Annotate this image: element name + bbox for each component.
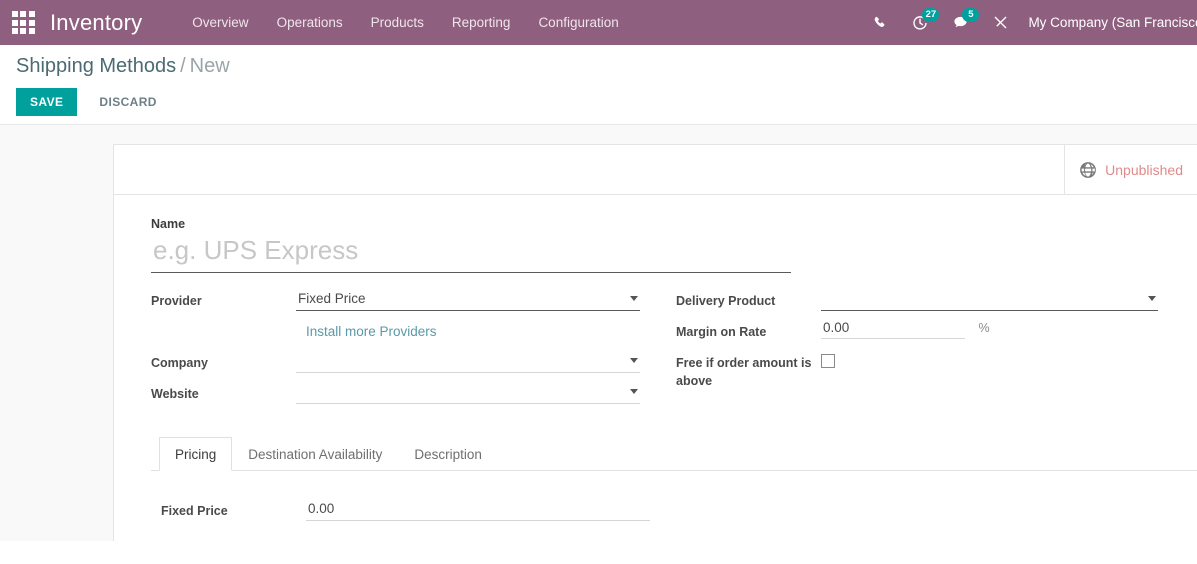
- message-count-badge: 5: [962, 8, 980, 22]
- install-providers-spacer: [151, 318, 296, 323]
- page-body: Unpublished Name Provider Fixed Price: [0, 125, 1197, 541]
- name-input[interactable]: [151, 233, 791, 273]
- name-field-group: Name: [151, 217, 1197, 273]
- provider-label: Provider: [151, 294, 202, 308]
- form-statusbar: Unpublished: [114, 145, 1197, 195]
- free-if-above-checkbox[interactable]: [821, 354, 835, 368]
- notebook-tabs: Pricing Destination Availability Descrip…: [151, 437, 1197, 471]
- phone-icon[interactable]: [860, 0, 900, 45]
- grid-cell: [11, 28, 18, 34]
- app-brand-inventory[interactable]: Inventory: [50, 10, 142, 36]
- install-more-providers-link[interactable]: Install more Providers: [296, 318, 437, 344]
- chevron-down-icon: [630, 358, 638, 363]
- menu-products[interactable]: Products: [357, 0, 438, 45]
- activity-count-badge: 27: [922, 8, 940, 22]
- provider-control: Fixed Price: [296, 287, 676, 311]
- grid-cell: [11, 11, 18, 17]
- discard-button[interactable]: DISCARD: [85, 88, 170, 116]
- menu-configuration[interactable]: Configuration: [524, 0, 632, 45]
- menu-overview[interactable]: Overview: [178, 0, 262, 45]
- delivery-product-select[interactable]: [821, 287, 1158, 311]
- company-label: Company: [151, 356, 208, 370]
- website-control: [296, 380, 676, 404]
- tab-pricing[interactable]: Pricing: [159, 437, 233, 471]
- grid-cell: [20, 11, 26, 17]
- chevron-down-icon: [1148, 296, 1156, 301]
- grid-cell: [11, 19, 18, 26]
- website-label: Website: [151, 387, 199, 401]
- form-column-right: Delivery Product Margin on Rate %: [676, 287, 1196, 411]
- globe-icon: [1079, 161, 1097, 179]
- tab-pane-pricing: Fixed Price 0.00: [151, 471, 1197, 523]
- save-button[interactable]: SAVE: [16, 88, 78, 116]
- free-if-above-control: [821, 349, 1196, 373]
- apps-grid-icon[interactable]: [8, 8, 38, 38]
- website-value: [296, 380, 640, 404]
- company-value: [296, 349, 640, 373]
- top-navbar: Inventory Overview Operations Products R…: [0, 0, 1197, 45]
- provider-select[interactable]: Fixed Price: [296, 287, 640, 311]
- field-provider: Provider Fixed Price: [151, 287, 676, 313]
- breadcrumb-separator: /: [180, 55, 186, 77]
- delivery-product-label: Delivery Product: [676, 294, 776, 308]
- free-if-above-label: Free if order amount is above: [676, 356, 812, 389]
- activity-clock-icon[interactable]: 27: [900, 0, 940, 45]
- name-label: Name: [151, 217, 186, 231]
- field-company: Company: [151, 349, 676, 375]
- field-fixed-price: Fixed Price 0.00: [161, 497, 1197, 523]
- breadcrumb-current: New: [189, 55, 230, 77]
- margin-on-rate-input[interactable]: [821, 318, 965, 339]
- margin-on-rate-suffix: %: [978, 321, 990, 335]
- form-view-card: Unpublished Name Provider Fixed Price: [113, 144, 1197, 541]
- install-providers-control: Install more Providers: [296, 318, 676, 344]
- field-free-if-above: Free if order amount is above: [676, 349, 1196, 390]
- field-margin-on-rate: Margin on Rate %: [676, 318, 1196, 344]
- field-website: Website: [151, 380, 676, 406]
- chevron-down-icon: [630, 389, 638, 394]
- navbar-right-group: 27 5 My Company (San Francisco): [860, 0, 1197, 45]
- notebook: Pricing Destination Availability Descrip…: [151, 437, 1197, 523]
- control-panel: Shipping Methods / New SAVE DISCARD: [0, 45, 1197, 125]
- field-delivery-product: Delivery Product: [676, 287, 1196, 313]
- install-providers-row: Install more Providers: [151, 318, 676, 344]
- company-switcher[interactable]: My Company (San Francisco): [1028, 0, 1197, 45]
- breadcrumb-shipping-methods[interactable]: Shipping Methods: [16, 55, 176, 77]
- tab-destination-availability[interactable]: Destination Availability: [232, 437, 398, 471]
- fixed-price-control: 0.00: [306, 497, 1197, 521]
- margin-on-rate-control: %: [821, 318, 1196, 339]
- messages-icon[interactable]: 5: [940, 0, 980, 45]
- form-columns: Provider Fixed Price Install more Provid…: [151, 287, 1197, 411]
- grid-cell: [28, 11, 35, 17]
- company-control: [296, 349, 676, 373]
- menu-reporting[interactable]: Reporting: [438, 0, 525, 45]
- delivery-product-value: [821, 287, 1158, 311]
- grid-cell: [28, 28, 35, 34]
- grid-cell: [28, 19, 35, 26]
- grid-cell: [20, 19, 26, 26]
- tab-description[interactable]: Description: [398, 437, 498, 471]
- menu-operations[interactable]: Operations: [263, 0, 357, 45]
- debug-tools-icon[interactable]: [980, 0, 1020, 45]
- chevron-down-icon: [630, 296, 638, 301]
- publish-toggle-button[interactable]: Unpublished: [1064, 145, 1197, 194]
- fixed-price-value: 0.00: [306, 497, 650, 521]
- grid-cell: [20, 28, 26, 34]
- form-sheet: Name Provider Fixed Price: [114, 195, 1197, 523]
- fixed-price-label: Fixed Price: [161, 504, 228, 518]
- margin-on-rate-label: Margin on Rate: [676, 325, 767, 339]
- fixed-price-field[interactable]: 0.00: [306, 497, 650, 521]
- website-select[interactable]: [296, 380, 640, 404]
- breadcrumb: Shipping Methods / New: [16, 55, 1181, 78]
- publish-status-label: Unpublished: [1105, 161, 1183, 178]
- action-buttons: SAVE DISCARD: [16, 88, 1181, 116]
- company-select[interactable]: [296, 349, 640, 373]
- form-column-left: Provider Fixed Price Install more Provid…: [151, 287, 676, 411]
- delivery-product-control: [821, 287, 1196, 311]
- provider-value: Fixed Price: [296, 287, 640, 311]
